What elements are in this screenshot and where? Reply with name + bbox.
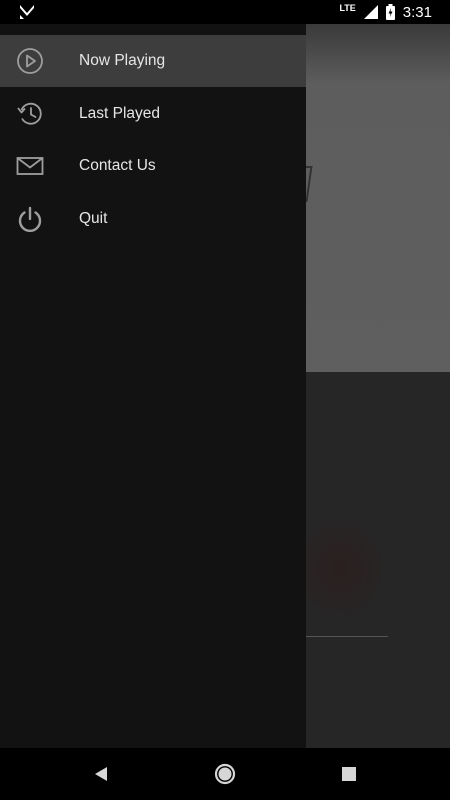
status-bar: LTE 3:31	[0, 0, 450, 24]
history-icon	[15, 99, 45, 129]
background-divider	[306, 636, 388, 637]
network-type-label: LTE	[339, 3, 356, 13]
recents-button[interactable]	[336, 761, 362, 787]
drawer-item-label: Quit	[79, 210, 108, 227]
play-circle-icon	[15, 46, 45, 76]
drawer-item-label: Last Played	[79, 105, 160, 122]
back-triangle-icon	[95, 767, 107, 781]
system-navigation-bar	[0, 748, 450, 800]
home-circle-icon	[214, 763, 236, 785]
status-icons: LTE 3:31	[339, 0, 432, 24]
back-button[interactable]	[88, 761, 114, 787]
battery-charging-icon	[385, 4, 395, 20]
power-icon	[15, 204, 45, 234]
status-time: 3:31	[402, 3, 432, 21]
drawer-item-last-played[interactable]: Last Played	[0, 88, 306, 140]
app-notification-icon	[20, 5, 34, 19]
recents-square-icon	[342, 767, 356, 781]
drawer-item-now-playing[interactable]: Now Playing	[0, 35, 306, 87]
drawer-item-contact-us[interactable]: Contact Us	[0, 140, 306, 192]
drawer-item-label: Contact Us	[79, 157, 156, 174]
drawer-item-label: Now Playing	[79, 52, 166, 69]
navigation-drawer: Now Playing Last Played Contact Us Quit	[0, 24, 306, 748]
envelope-icon	[15, 151, 45, 181]
signal-icon	[363, 5, 378, 19]
background-blurred-image	[300, 504, 380, 634]
home-button[interactable]	[212, 761, 238, 787]
drawer-item-quit[interactable]: Quit	[0, 193, 306, 245]
